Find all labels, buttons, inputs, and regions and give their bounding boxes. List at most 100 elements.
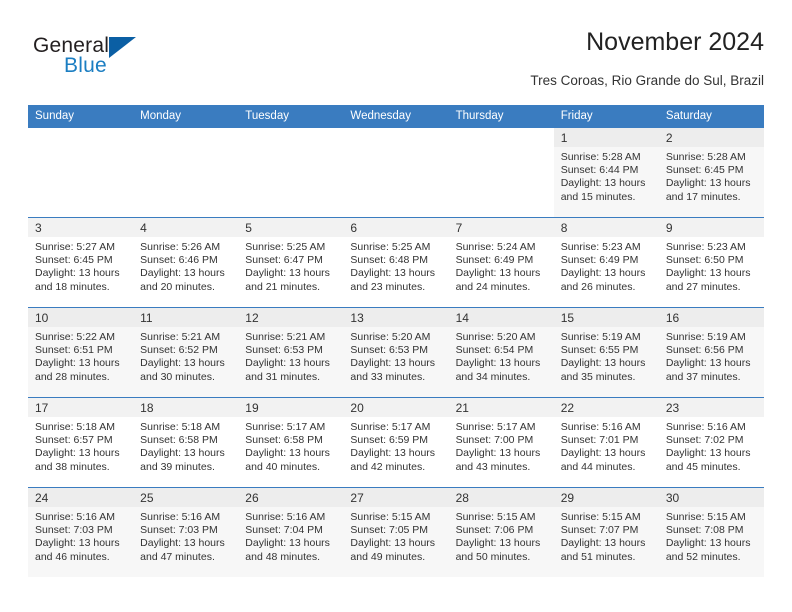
daylight-text-line1: Daylight: 13 hours bbox=[560, 357, 646, 370]
day-cell-23[interactable]: 23 Sunrise: 5:16 AM Sunset: 7:02 PM Dayligh… bbox=[658, 398, 764, 487]
sunset-text: Sunset: 6:56 PM bbox=[665, 344, 744, 357]
sunrise-text: Sunrise: 5:18 AM bbox=[35, 421, 115, 433]
sunrise-text: Sunrise: 5:25 AM bbox=[245, 241, 326, 253]
day-number: 25 bbox=[133, 488, 239, 507]
calendar-grid: Sunday Monday Tuesday Wednesday Thursday Frid… bbox=[28, 105, 764, 577]
day-cell-15[interactable]: 15 Sunrise: 5:19 AM Sunset: 6:55 PM Dayligh… bbox=[553, 308, 659, 397]
day-cell-9[interactable]: 9 Sunrise: 5:23 AM Sunset: 6:50 PM Daylight… bbox=[658, 218, 764, 307]
day-number: 12 bbox=[238, 308, 344, 327]
sunrise-text: Sunrise: 5:26 AM bbox=[140, 241, 221, 253]
day-info: Sunrise: 5:16 AM Sunset: 7:02 PM Daylight:… bbox=[659, 417, 764, 474]
daylight-text-line2: and 18 minutes. bbox=[35, 280, 110, 293]
day-cell-empty bbox=[449, 128, 554, 217]
weekday-header-wednesday: Wednesday bbox=[350, 110, 411, 122]
sunrise-text: Sunrise: 5:28 AM bbox=[560, 151, 641, 163]
day-number: 22 bbox=[553, 398, 659, 417]
day-info: Sunrise: 5:19 AM Sunset: 6:56 PM Daylight:… bbox=[659, 327, 764, 384]
day-number: 24 bbox=[28, 488, 134, 507]
daylight-text-line1: Daylight: 13 hours bbox=[140, 537, 225, 550]
daylight-text-line1: Daylight: 13 hours bbox=[455, 357, 541, 370]
sunrise-text: Sunrise: 5:25 AM bbox=[350, 241, 431, 253]
day-cell-empty bbox=[343, 128, 448, 217]
daylight-text-line2: and 39 minutes. bbox=[140, 460, 215, 473]
calendar-week-row: 1 Sunrise: 5:28 AM Sunset: 6:44 PM Daylight… bbox=[28, 127, 764, 217]
sunrise-text: Sunrise: 5:19 AM bbox=[665, 331, 746, 343]
daylight-text-line2: and 20 minutes. bbox=[140, 280, 215, 293]
sunset-text: Sunset: 7:04 PM bbox=[245, 524, 323, 537]
sunset-text: Sunset: 6:47 PM bbox=[245, 254, 323, 267]
daylight-text-line2: and 43 minutes. bbox=[455, 460, 531, 473]
day-info: Sunrise: 5:15 AM Sunset: 7:07 PM Daylight:… bbox=[554, 507, 659, 564]
day-cell-4[interactable]: 4 Sunrise: 5:26 AM Sunset: 6:46 PM Daylight… bbox=[133, 218, 239, 307]
daylight-text-line1: Daylight: 13 hours bbox=[350, 357, 436, 370]
day-cell-22[interactable]: 22 Sunrise: 5:16 AM Sunset: 7:01 PM Dayligh… bbox=[553, 398, 659, 487]
daylight-text-line1: Daylight: 13 hours bbox=[665, 357, 751, 370]
daylight-text-line2: and 48 minutes. bbox=[245, 550, 320, 563]
sunset-text: Sunset: 6:51 PM bbox=[35, 344, 113, 357]
day-cell-29[interactable]: 29 Sunrise: 5:15 AM Sunset: 7:07 PM Dayligh… bbox=[553, 488, 659, 577]
day-cell-17[interactable]: 17 Sunrise: 5:18 AM Sunset: 6:57 PM Dayligh… bbox=[28, 398, 134, 487]
day-cell-5[interactable]: 5 Sunrise: 5:25 AM Sunset: 6:47 PM Daylight… bbox=[238, 218, 344, 307]
sunrise-text: Sunrise: 5:16 AM bbox=[245, 511, 326, 523]
day-cell-8[interactable]: 8 Sunrise: 5:23 AM Sunset: 6:49 PM Daylight… bbox=[553, 218, 659, 307]
day-cell-2[interactable]: 2 Sunrise: 5:28 AM Sunset: 6:45 PM Daylight… bbox=[658, 128, 764, 217]
daylight-text-line2: and 24 minutes. bbox=[455, 280, 531, 293]
day-cell-7[interactable]: 7 Sunrise: 5:24 AM Sunset: 6:49 PM Daylight… bbox=[448, 218, 554, 307]
calendar-week-row: 3 Sunrise: 5:27 AM Sunset: 6:45 PM Daylight… bbox=[28, 217, 764, 307]
sunrise-text: Sunrise: 5:21 AM bbox=[140, 331, 221, 343]
day-cell-1[interactable]: 1 Sunrise: 5:28 AM Sunset: 6:44 PM Daylight… bbox=[553, 128, 659, 217]
daylight-text-line1: Daylight: 13 hours bbox=[245, 447, 330, 460]
calendar-weeks: 1 Sunrise: 5:28 AM Sunset: 6:44 PM Daylight… bbox=[28, 127, 764, 577]
brand-logo[interactable]: General Blue bbox=[33, 34, 173, 90]
daylight-text-line1: Daylight: 13 hours bbox=[560, 447, 646, 460]
sunset-text: Sunset: 7:03 PM bbox=[140, 524, 218, 537]
day-info: Sunrise: 5:15 AM Sunset: 7:08 PM Daylight:… bbox=[659, 507, 764, 564]
day-cell-16[interactable]: 16 Sunrise: 5:19 AM Sunset: 6:56 PM Dayligh… bbox=[658, 308, 764, 397]
day-info: Sunrise: 5:20 AM Sunset: 6:53 PM Daylight:… bbox=[343, 327, 448, 384]
day-cell-14[interactable]: 14 Sunrise: 5:20 AM Sunset: 6:54 PM Dayligh… bbox=[448, 308, 554, 397]
daylight-text-line1: Daylight: 13 hours bbox=[35, 537, 120, 550]
sunset-text: Sunset: 6:52 PM bbox=[140, 344, 218, 357]
daylight-text-line1: Daylight: 13 hours bbox=[665, 537, 751, 550]
day-cell-13[interactable]: 13 Sunrise: 5:20 AM Sunset: 6:53 PM Dayligh… bbox=[343, 308, 449, 397]
day-info: Sunrise: 5:16 AM Sunset: 7:03 PM Daylight:… bbox=[28, 507, 133, 564]
sunrise-text: Sunrise: 5:21 AM bbox=[245, 331, 326, 343]
sunrise-text: Sunrise: 5:17 AM bbox=[245, 421, 326, 433]
day-number: 9 bbox=[658, 218, 764, 237]
day-number: 18 bbox=[133, 398, 239, 417]
day-cell-6[interactable]: 6 Sunrise: 5:25 AM Sunset: 6:48 PM Daylight… bbox=[343, 218, 449, 307]
day-cell-3[interactable]: 3 Sunrise: 5:27 AM Sunset: 6:45 PM Daylight… bbox=[28, 218, 134, 307]
day-info: Sunrise: 5:18 AM Sunset: 6:57 PM Daylight:… bbox=[28, 417, 133, 474]
day-cell-20[interactable]: 20 Sunrise: 5:17 AM Sunset: 6:59 PM Dayligh… bbox=[343, 398, 449, 487]
day-info: Sunrise: 5:15 AM Sunset: 7:05 PM Daylight:… bbox=[343, 507, 448, 564]
day-cell-26[interactable]: 26 Sunrise: 5:16 AM Sunset: 7:04 PM Dayligh… bbox=[238, 488, 344, 577]
weekday-header-tuesday: Tuesday bbox=[245, 110, 289, 122]
day-cell-27[interactable]: 27 Sunrise: 5:15 AM Sunset: 7:05 PM Dayligh… bbox=[343, 488, 449, 577]
day-cell-28[interactable]: 28 Sunrise: 5:15 AM Sunset: 7:06 PM Dayligh… bbox=[448, 488, 554, 577]
daylight-text-line1: Daylight: 13 hours bbox=[560, 537, 646, 550]
day-number: 14 bbox=[448, 308, 554, 327]
daylight-text-line1: Daylight: 13 hours bbox=[35, 357, 120, 370]
day-cell-24[interactable]: 24 Sunrise: 5:16 AM Sunset: 7:03 PM Dayligh… bbox=[28, 488, 134, 577]
sunrise-text: Sunrise: 5:20 AM bbox=[350, 331, 431, 343]
day-cell-12[interactable]: 12 Sunrise: 5:21 AM Sunset: 6:53 PM Dayligh… bbox=[238, 308, 344, 397]
day-number: 19 bbox=[238, 398, 344, 417]
day-cell-21[interactable]: 21 Sunrise: 5:17 AM Sunset: 7:00 PM Dayligh… bbox=[448, 398, 554, 487]
day-info: Sunrise: 5:22 AM Sunset: 6:51 PM Daylight:… bbox=[28, 327, 133, 384]
day-cell-18[interactable]: 18 Sunrise: 5:18 AM Sunset: 6:58 PM Dayligh… bbox=[133, 398, 239, 487]
day-info: Sunrise: 5:17 AM Sunset: 6:59 PM Daylight:… bbox=[343, 417, 448, 474]
day-number bbox=[238, 128, 343, 147]
day-cell-19[interactable]: 19 Sunrise: 5:17 AM Sunset: 6:58 PM Dayligh… bbox=[238, 398, 344, 487]
daylight-text-line2: and 40 minutes. bbox=[245, 460, 320, 473]
day-number: 29 bbox=[553, 488, 659, 507]
day-cell-11[interactable]: 11 Sunrise: 5:21 AM Sunset: 6:52 PM Dayligh… bbox=[133, 308, 239, 397]
day-cell-25[interactable]: 25 Sunrise: 5:16 AM Sunset: 7:03 PM Dayligh… bbox=[133, 488, 239, 577]
daylight-text-line1: Daylight: 13 hours bbox=[560, 177, 646, 190]
day-cell-30[interactable]: 30 Sunrise: 5:15 AM Sunset: 7:08 PM Dayligh… bbox=[658, 488, 764, 577]
day-number: 13 bbox=[343, 308, 449, 327]
daylight-text-line2: and 46 minutes. bbox=[35, 550, 110, 563]
page-header: General Blue November 2024 Tres Coroas, … bbox=[28, 28, 764, 98]
day-cell-10[interactable]: 10 Sunrise: 5:22 AM Sunset: 6:51 PM Dayligh… bbox=[28, 308, 134, 397]
day-info: Sunrise: 5:21 AM Sunset: 6:53 PM Daylight:… bbox=[238, 327, 343, 384]
daylight-text-line2: and 50 minutes. bbox=[455, 550, 531, 563]
